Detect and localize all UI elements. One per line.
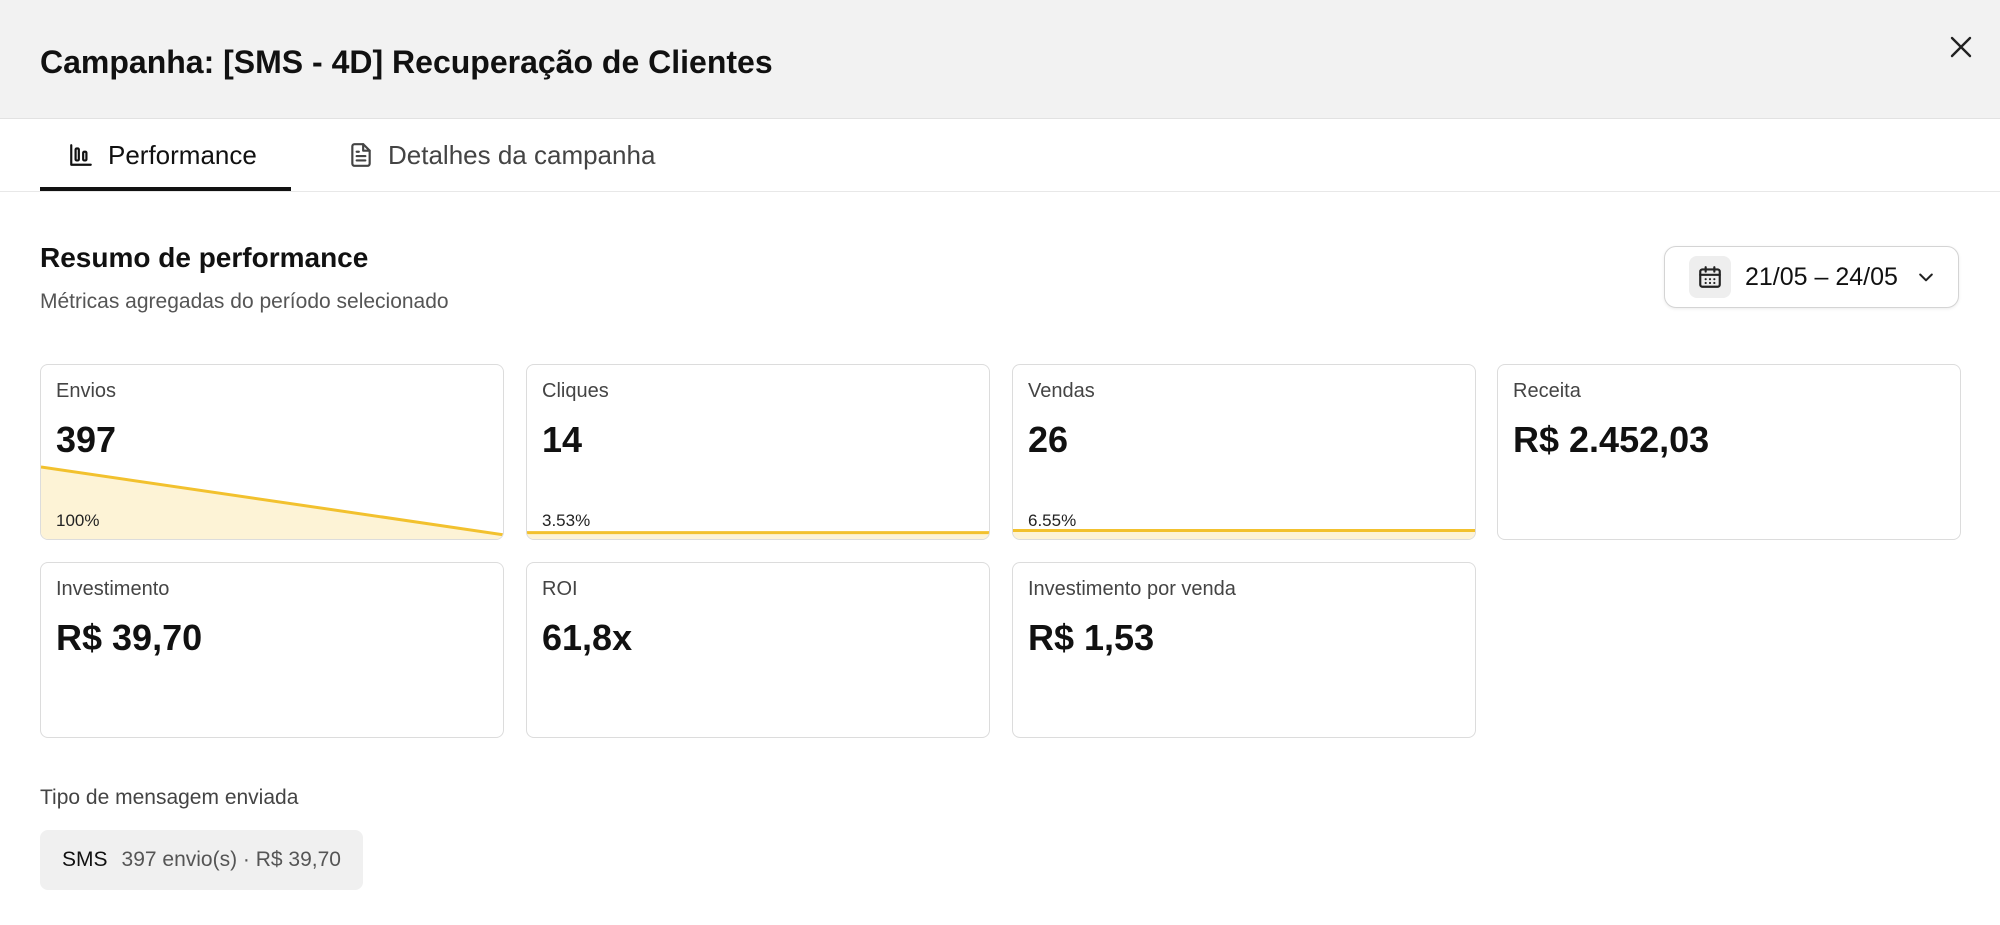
modal-title: Campanha: [SMS - 4D] Recuperação de Clie… <box>40 44 773 80</box>
metric-percent: 100% <box>56 511 100 530</box>
section-subtitle: Métricas agregadas do período selecionad… <box>40 290 449 313</box>
metric-label: Vendas <box>1028 380 1095 402</box>
metric-card-envios: Envios 397 100% <box>40 364 504 540</box>
metric-card-roi: ROI 61,8x <box>526 562 990 738</box>
metric-label: Envios <box>56 380 117 402</box>
metric-value: 14 <box>542 419 583 460</box>
metric-label: ROI <box>542 578 578 600</box>
metric-label: Cliques <box>542 380 609 402</box>
bar-chart-icon <box>70 144 92 166</box>
metric-value: 26 <box>1028 419 1069 460</box>
active-tab-indicator <box>40 187 291 191</box>
metric-label: Investimento por venda <box>1028 578 1236 600</box>
calendar-icon-box <box>1689 256 1731 298</box>
tab-label: Detalhes da campanha <box>388 139 656 170</box>
metric-card-receita: Receita R$ 2.452,03 <box>1497 364 1961 540</box>
message-type-chip: SMS 397 envio(s) · R$ 39,70 <box>40 830 363 890</box>
tab-performance[interactable]: Performance <box>68 119 257 191</box>
tab-campaign-details[interactable]: Detalhes da campanha <box>348 119 655 191</box>
metric-value: 397 <box>56 419 117 460</box>
metric-value: 61,8x <box>542 617 633 658</box>
close-icon <box>1950 36 1972 58</box>
tab-bar: Performance Detalhes da campanha <box>0 119 2000 192</box>
metric-card-investimento: Investimento R$ 39,70 <box>40 562 504 738</box>
date-range-picker[interactable]: 21/05 – 24/05 <box>1664 246 1959 308</box>
modal-header: Campanha: [SMS - 4D] Recuperação de Clie… <box>0 0 2000 119</box>
metric-value: R$ 39,70 <box>56 617 203 658</box>
chevron-down-icon <box>1916 267 1936 287</box>
message-type-detail: 397 envio(s) · R$ 39,70 <box>121 848 341 871</box>
message-type-name: SMS <box>62 848 108 871</box>
date-range-text: 21/05 – 24/05 <box>1745 262 1898 291</box>
section-title: Resumo de performance <box>40 242 369 273</box>
document-icon <box>351 143 371 167</box>
metric-value: R$ 2.452,03 <box>1513 419 1710 460</box>
message-type-label: Tipo de mensagem enviada <box>40 786 299 809</box>
close-button[interactable] <box>1944 30 1978 64</box>
metric-card-cliques: Cliques 14 3.53% <box>526 364 990 540</box>
metric-percent: 3.53% <box>542 511 591 530</box>
tab-label: Performance <box>108 139 257 170</box>
metric-card-vendas: Vendas 26 6.55% <box>1012 364 1476 540</box>
metric-value: R$ 1,53 <box>1028 617 1155 658</box>
metric-label: Receita <box>1513 380 1581 402</box>
metric-percent: 6.55% <box>1028 511 1077 530</box>
metric-card-investimento-por-venda: Investimento por venda R$ 1,53 <box>1012 562 1476 738</box>
calendar-icon <box>1699 266 1721 288</box>
metric-label: Investimento <box>56 578 170 600</box>
